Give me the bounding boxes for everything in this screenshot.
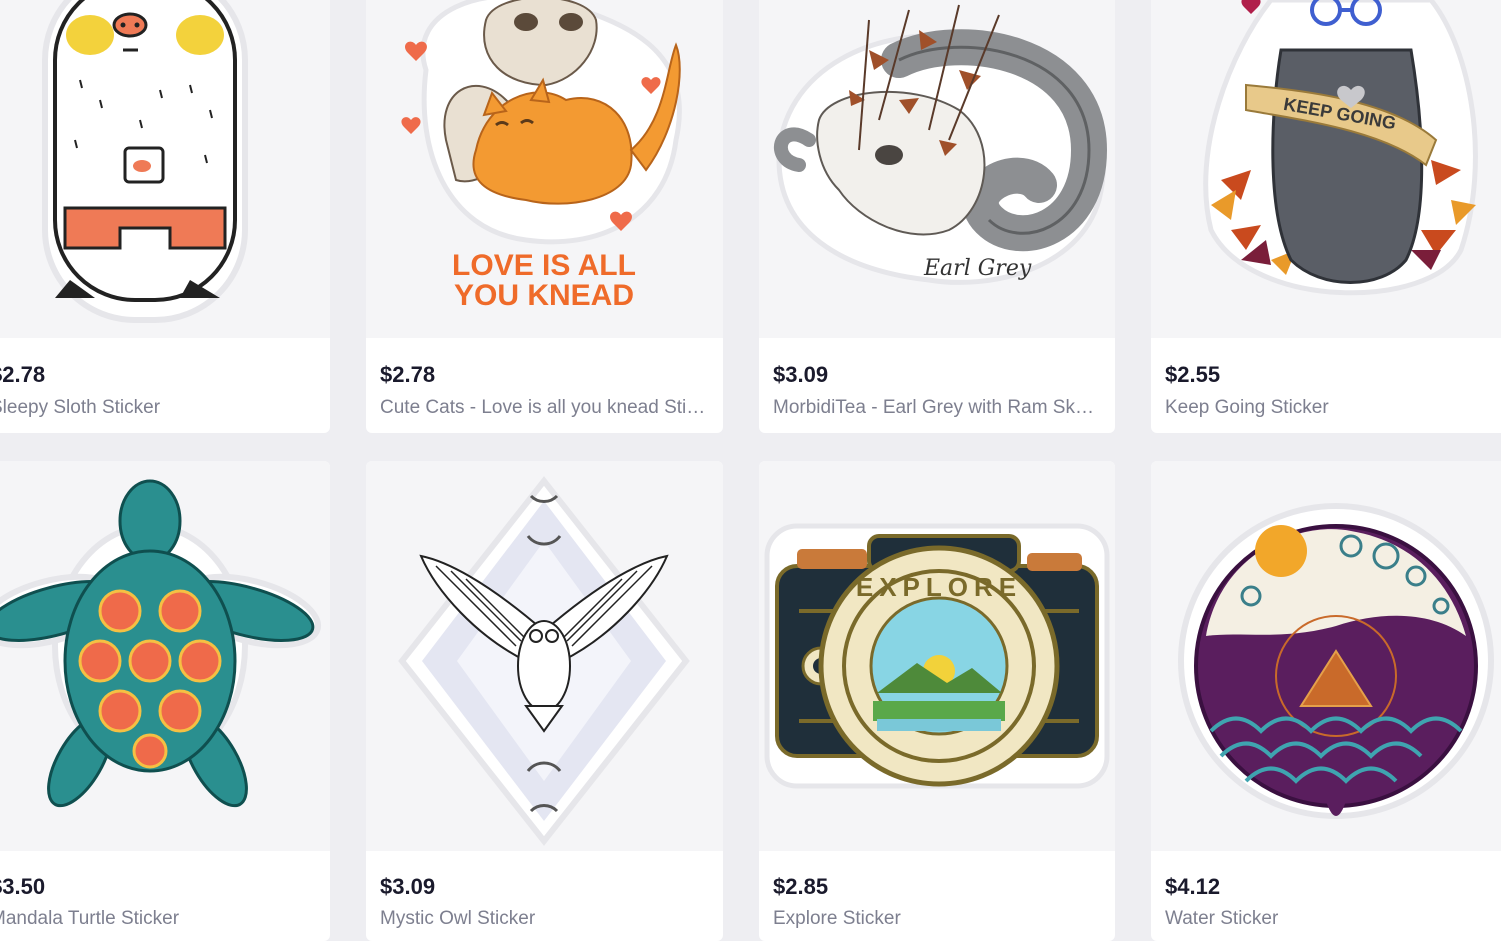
product-title[interactable]: MorbidiTea - Earl Grey with Ram Skull St… — [773, 397, 1101, 419]
product-title[interactable]: Cute Cats - Love is all you knead Sticke… — [380, 397, 709, 419]
ram-skull-caption: Earl Grey — [923, 256, 1032, 281]
product-card-water[interactable]: $4.12 Water Sticker — [1151, 461, 1501, 941]
camera-sticker-caption: EXPLORE — [856, 572, 1022, 602]
cats-sticker-icon[interactable]: LOVE IS ALL YOU KNEAD — [366, 0, 723, 338]
owl-sticker-icon[interactable] — [366, 461, 723, 851]
product-title[interactable]: Sleepy Sloth Sticker — [0, 397, 316, 419]
cats-sticker-caption: LOVE IS ALL YOU KNEAD — [452, 249, 636, 312]
product-card-keep-going[interactable]: KEEP GOING $2.55 Keep Going Sticker — [1151, 0, 1501, 433]
ram-skull-sticker-icon[interactable]: Earl Grey — [759, 0, 1115, 338]
product-price: $3.09 — [380, 874, 436, 899]
product-title[interactable]: Keep Going Sticker — [1165, 397, 1501, 419]
product-price: $2.85 — [773, 874, 829, 899]
product-price: $2.78 — [0, 362, 46, 387]
product-price: $4.12 — [1165, 874, 1221, 899]
product-card-explore[interactable]: EXPLORE $2.85 Explore Sticker — [759, 461, 1115, 941]
product-card-morbiditea[interactable]: Earl Grey $3.09 MorbidiTea - Earl Grey w… — [759, 0, 1115, 433]
cat-sticker-icon[interactable]: KEEP GOING — [1151, 0, 1501, 338]
turtle-sticker-icon[interactable] — [0, 461, 330, 851]
water-sticker-icon[interactable] — [1151, 461, 1501, 851]
product-card-cute-cats[interactable]: LOVE IS ALL YOU KNEAD $2.78 Cute Cats - … — [366, 0, 723, 433]
sloth-sticker-icon[interactable] — [0, 0, 330, 338]
product-card-mandala-turtle[interactable]: $3.50 Mandala Turtle Sticker — [0, 461, 330, 941]
product-card-mystic-owl[interactable]: $3.09 Mystic Owl Sticker — [366, 461, 723, 941]
product-price: $2.55 — [1165, 362, 1221, 387]
product-card-sleepy-sloth[interactable]: $2.78 Sleepy Sloth Sticker — [0, 0, 330, 433]
svg-text:LOVE IS ALL: LOVE IS ALL — [452, 249, 636, 282]
product-price: $3.09 — [773, 362, 829, 387]
svg-text:YOU KNEAD: YOU KNEAD — [454, 279, 634, 312]
product-price: $3.50 — [0, 874, 46, 899]
product-price: $2.78 — [380, 362, 436, 387]
camera-sticker-icon[interactable]: EXPLORE — [759, 461, 1115, 851]
